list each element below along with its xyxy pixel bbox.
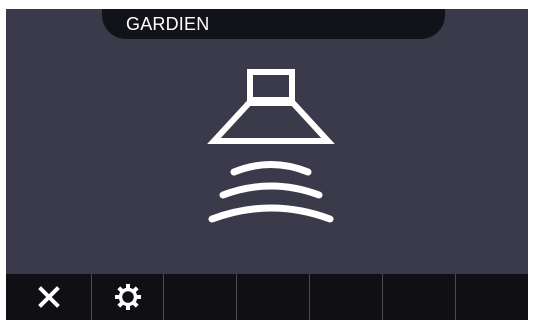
toolbar-button-5[interactable] — [309, 274, 382, 320]
speaker-sound-waves-icon — [207, 69, 335, 223]
toolbar-button-4[interactable] — [236, 274, 309, 320]
title-tab: GARDIEN — [102, 9, 445, 39]
settings-button[interactable] — [91, 274, 163, 320]
intercom-screen: GARDIEN — [6, 9, 528, 320]
close-icon — [37, 286, 60, 308]
toolbar-button-3[interactable] — [163, 274, 236, 320]
toolbar-button-6[interactable] — [382, 274, 455, 320]
toolbar-button-7[interactable] — [455, 274, 528, 320]
page-title: GARDIEN — [126, 14, 210, 34]
gear-icon — [114, 284, 141, 310]
bottom-toolbar — [6, 274, 528, 320]
close-button[interactable] — [6, 274, 91, 320]
